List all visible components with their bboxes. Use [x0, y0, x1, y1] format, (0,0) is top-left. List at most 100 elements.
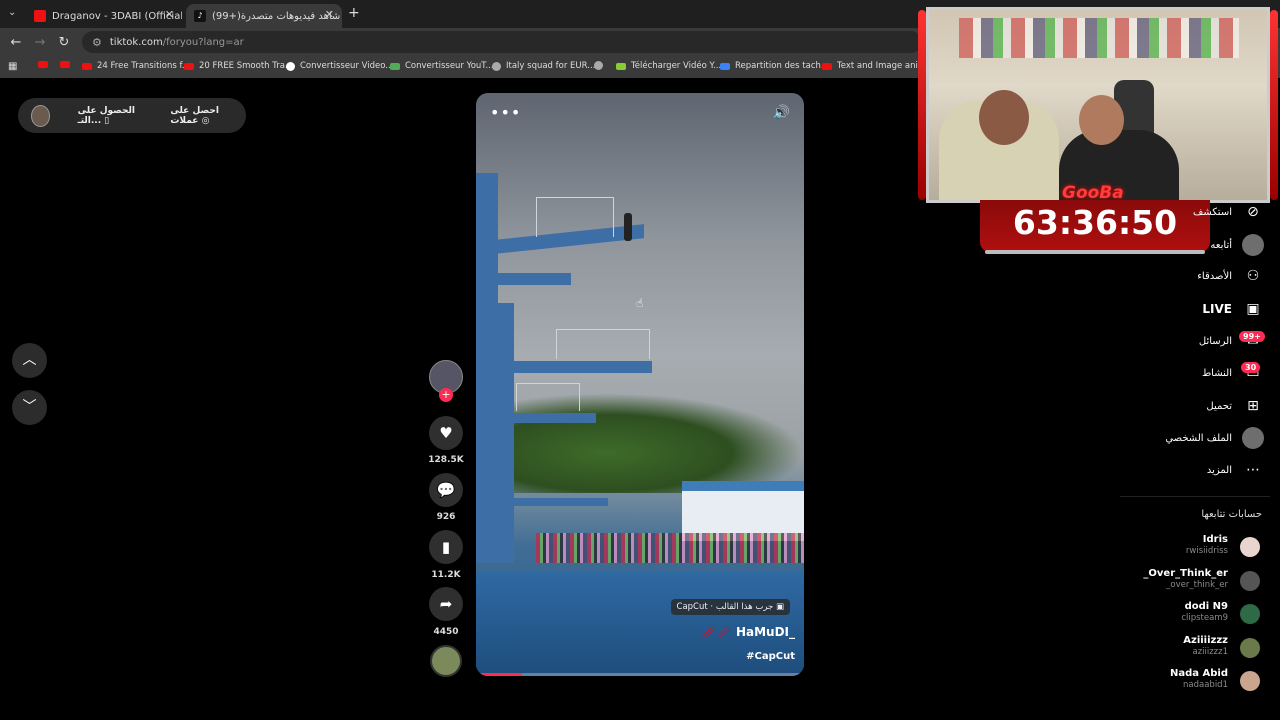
youtube-icon — [38, 61, 48, 68]
bookmark-item[interactable]: Text and Image ani... — [822, 61, 926, 71]
video-progress-bar[interactable] — [476, 673, 804, 676]
share-button[interactable]: ➦ — [429, 587, 463, 621]
reload-icon[interactable]: ↻ — [52, 35, 76, 50]
share-count: 4450 — [433, 627, 459, 637]
previous-video-button[interactable]: ︿ — [12, 343, 47, 378]
tab-tiktok[interactable]: ♪ (99+)شاهد فيديوهات متصدرة | ✕ — [186, 4, 342, 28]
video-frame-platform — [476, 273, 571, 285]
menu-more[interactable]: المزيد ⋯ — [1207, 458, 1264, 482]
bookmark-item[interactable]: Convertisseur YouT... — [390, 61, 494, 71]
bookmark-item[interactable]: Télécharger Vidéo Y... — [616, 61, 721, 71]
friends-icon: ⚇ — [1246, 268, 1260, 284]
tab-title: (99+)شاهد فيديوهات متصدرة | — [212, 10, 342, 22]
chevron-up-icon: ︿ — [22, 352, 37, 368]
tab-title: Draganov - 3DABI (Official Mus — [52, 10, 182, 22]
bookmark-item[interactable]: 20 FREE Smooth Tra... — [184, 61, 293, 71]
docs-icon — [720, 62, 730, 70]
forward-icon[interactable]: → — [28, 35, 52, 50]
menu-profile[interactable]: الملف الشخصي — [1165, 426, 1264, 450]
next-video-button[interactable]: ﹀ — [12, 390, 47, 425]
activity-badge: 30 — [1241, 362, 1261, 373]
apps-grid-icon[interactable]: ▦ — [8, 61, 17, 72]
following-section-title: حسابات تتابعها — [1201, 509, 1262, 520]
get-coins-button[interactable]: احصل على عملات ◎ — [170, 106, 246, 126]
youtube-icon — [34, 10, 46, 22]
close-icon[interactable]: ✕ — [165, 8, 174, 21]
back-icon[interactable]: ← — [4, 35, 28, 50]
menu-upload[interactable]: تحميل ⊞ — [1206, 394, 1264, 418]
video-frame-rail — [516, 383, 580, 411]
emoji-decoration-icon: 🥢🥢 — [701, 625, 736, 639]
save-count: 11.2K — [431, 570, 461, 580]
address-bar[interactable]: ⚙ tiktok.com /foryou?lang=ar — [82, 31, 922, 53]
menu-live[interactable]: LIVE ▣ — [1202, 297, 1264, 321]
comment-icon: 💬 — [436, 481, 456, 499]
coin-icon: ◎ — [201, 115, 210, 126]
site-info-icon[interactable]: ⚙ — [92, 36, 102, 49]
avatar[interactable] — [1240, 604, 1260, 624]
bookmark-item[interactable]: Repartition des tach... — [720, 61, 829, 71]
menu-friends[interactable]: الأصدقاء ⚇ — [1197, 264, 1264, 288]
compass-icon: ⊘ — [1247, 204, 1259, 220]
bookmark-item[interactable]: Italy squad for EUR... — [492, 61, 595, 71]
avatar[interactable] — [1240, 571, 1260, 591]
tab-youtube[interactable]: Draganov - 3DABI (Official Mus ✕ — [26, 4, 182, 28]
bookmark-item[interactable] — [38, 61, 53, 68]
more-icon: ⋯ — [1246, 462, 1260, 478]
url-host: tiktok.com — [109, 36, 163, 48]
capcut-icon: ▣ — [775, 602, 784, 612]
video-frame-rail — [536, 197, 614, 237]
video-frame-crowd — [536, 533, 804, 563]
following-account[interactable]: dodi N9 clipsteam9 — [1181, 601, 1228, 623]
following-account[interactable]: Idris rwisiidriss — [1186, 534, 1228, 556]
bookmark-item[interactable] — [60, 61, 75, 68]
new-tab-button[interactable]: + — [348, 5, 360, 21]
phone-icon: ▯ — [104, 115, 110, 126]
webcam-person-head — [979, 90, 1029, 145]
tab-list-chevron-icon[interactable]: ⌄ — [8, 7, 16, 18]
volume-icon[interactable]: 🔊 — [773, 105, 790, 121]
youtube-icon — [184, 62, 194, 70]
following-account[interactable]: Nada Abid nadaabid1 — [1170, 668, 1228, 690]
save-button[interactable]: ▮ — [429, 530, 463, 564]
bookmark-item[interactable] — [594, 61, 608, 70]
like-count: 128.5K — [428, 455, 464, 465]
avatar[interactable] — [1240, 671, 1260, 691]
bookmark-item[interactable]: Convertisseur Video... — [286, 61, 393, 71]
avatar[interactable] — [31, 104, 50, 127]
divider — [1120, 496, 1270, 497]
music-disc-avatar[interactable] — [430, 645, 462, 677]
video-author[interactable]: 🥢🥢 HaMuDI_ — [702, 625, 795, 639]
profile-icon — [1242, 427, 1264, 449]
menu-following[interactable]: أتابعه — [1210, 233, 1264, 257]
like-button[interactable]: ♥ — [429, 416, 463, 450]
video-hashtag[interactable]: #CapCut — [746, 651, 795, 662]
video-frame-tower — [494, 303, 514, 563]
capcut-template-link[interactable]: CapCut · جرب هذا القالب ▣ — [670, 599, 790, 615]
upload-icon: ⊞ — [1247, 398, 1259, 414]
webcam-flags-decoration — [959, 18, 1239, 58]
share-arrow-icon: ➦ — [439, 595, 453, 613]
following-account[interactable]: _Over_Think_er _over_think_er — [1143, 568, 1228, 590]
video-player[interactable]: ••• 🔊 CapCut · جرب هذا القالب ▣ 🥢🥢 HaMuD… — [476, 93, 804, 676]
get-app-button[interactable]: الحصول على التـ... ▯ — [78, 106, 155, 126]
chevron-down-icon: ﹀ — [22, 399, 37, 415]
video-frame-diver — [624, 213, 632, 241]
messages-badge: 99+ — [1239, 331, 1265, 342]
bookmark-item[interactable]: 24 Free Transitions f... — [82, 61, 190, 71]
avatar[interactable] — [1240, 537, 1260, 557]
tiktok-icon: ♪ — [194, 10, 206, 22]
comment-button[interactable]: 💬 — [429, 473, 463, 507]
following-account[interactable]: Aziiiizzz aziiizzz1 — [1183, 635, 1228, 657]
video-frame-building — [682, 481, 804, 541]
follow-plus-button[interactable]: + — [439, 388, 453, 402]
bookmark-icon: ▮ — [441, 538, 451, 556]
avatar-icon — [1242, 234, 1264, 256]
webcam-overlay — [926, 7, 1270, 203]
webcam-frame-glow — [918, 10, 926, 200]
more-options-icon[interactable]: ••• — [490, 103, 521, 122]
menu-explore[interactable]: استكشف ⊘ — [1193, 200, 1264, 224]
close-icon[interactable]: ✕ — [325, 8, 334, 21]
url-path: /foryou?lang=ar — [162, 36, 244, 48]
avatar[interactable] — [1240, 638, 1260, 658]
